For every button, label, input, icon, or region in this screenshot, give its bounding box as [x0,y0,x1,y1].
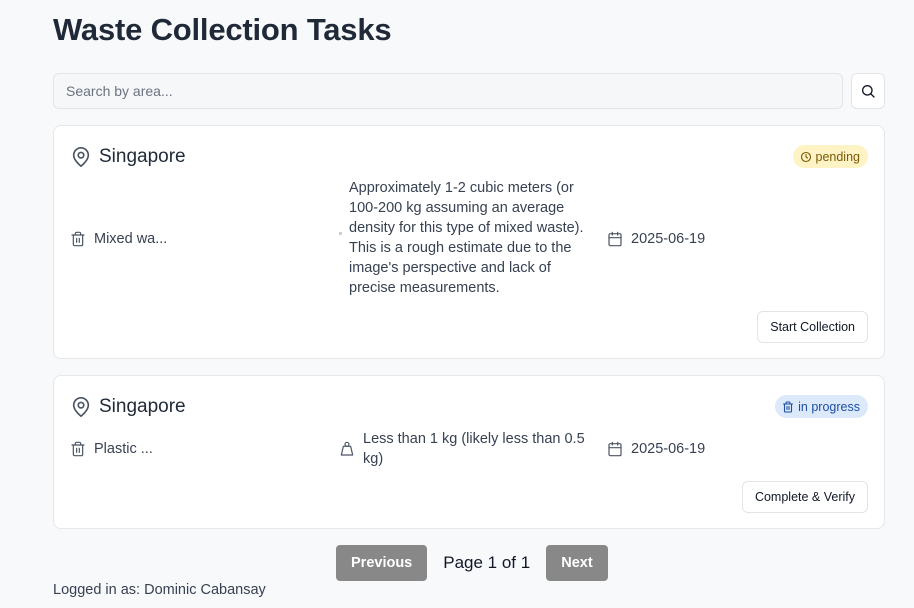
previous-button[interactable]: Previous [336,545,428,581]
task-card: Singapore pending Mixed wa... Approximat… [53,125,885,359]
waste-type-text: Plastic ... [94,441,153,457]
search-bar [53,73,885,109]
calendar-icon [607,441,623,457]
page-title: Waste Collection Tasks [53,12,392,47]
complete-verify-button[interactable]: Complete & Verify [741,481,868,513]
weight-text: Less than 1 kg (likely less than 0.5 kg) [363,431,585,467]
waste-type: Plastic ... [70,439,153,459]
status-text: pending [815,149,861,164]
waste-type: Mixed wa... [70,229,167,249]
date-text: 2025-06-19 [631,441,706,457]
map-pin-icon [70,146,92,168]
start-collection-button[interactable]: Start Collection [757,311,868,343]
weight-icon [339,441,355,457]
trash-icon [782,400,794,413]
date-text: 2025-06-19 [631,231,706,247]
status-text: in progress [798,399,860,414]
search-icon [860,83,876,99]
location-name: Singapore [99,146,186,167]
weight-icon [339,232,342,235]
task-date: 2025-06-19 [607,439,705,459]
task-card: Singapore in progress Plastic ... Less t… [53,375,885,529]
trash-icon [70,441,86,457]
page-indicator: Page 1 of 1 [443,553,531,572]
weight-text: Approximately 1-2 cubic meters (or 100-2… [349,180,584,296]
trash-icon [70,231,86,247]
weight-estimate: Less than 1 kg (likely less than 0.5 kg) [339,429,601,469]
next-button[interactable]: Next [546,545,608,581]
status-badge: in progress [775,395,868,418]
logged-in-user: Logged in as: Dominic Cabansay [53,582,266,598]
task-date: 2025-06-19 [607,229,705,249]
map-pin-icon [70,396,92,418]
status-badge: pending [792,145,868,168]
task-location: Singapore [70,396,186,418]
search-button[interactable] [851,73,885,109]
waste-type-text: Mixed wa... [94,231,168,247]
calendar-icon [607,231,623,247]
weight-estimate: Approximately 1-2 cubic meters (or 100-2… [349,178,601,298]
pagination: Previous Page 1 of 1 Next [336,545,608,581]
search-input[interactable] [53,73,843,109]
location-name: Singapore [99,396,186,417]
clock-icon [800,151,812,163]
task-location: Singapore [70,146,186,168]
